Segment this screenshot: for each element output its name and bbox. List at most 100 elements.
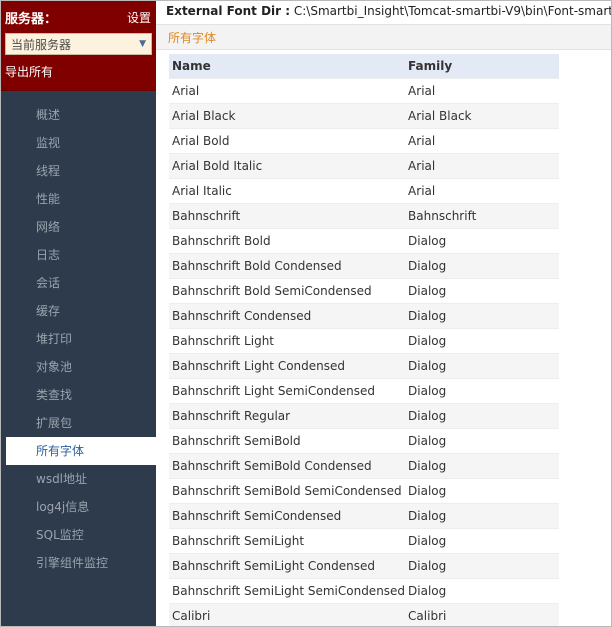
cell-font-family: Dialog (405, 527, 559, 553)
cell-font-name: Calibri (169, 602, 406, 626)
cell-font-name: Bahnschrift SemiLight SemiCondensed (169, 577, 406, 603)
table-row: Arial Black Arial Black (169, 102, 559, 128)
cell-font-name: Bahnschrift Light Condensed (169, 352, 406, 378)
cell-font-family: Dialog (405, 402, 559, 428)
table-body: Arial Arial Arial Black Arial Black Arial Bo… (169, 77, 559, 626)
table-row: Bahnschrift Regular Dialog (169, 402, 559, 428)
cell-font-family: Bahnschrift (405, 202, 559, 228)
table-row: Bahnschrift SemiLight Dialog (169, 527, 559, 553)
cell-font-name: Bahnschrift Light (169, 327, 406, 353)
cell-font-family: Arial (405, 177, 559, 203)
cell-font-name: Bahnschrift SemiBold SemiCondensed (169, 477, 406, 503)
cell-font-family: Dialog (405, 227, 559, 253)
sidebar-item[interactable]: 扩展包 (1, 409, 156, 437)
sidebar-item[interactable]: 监视 (1, 129, 156, 157)
server-select[interactable]: 当前服务器 ▼ (5, 33, 152, 55)
cell-font-name: Arial Bold Italic (169, 152, 406, 178)
sidebar-item[interactable]: log4j信息 (1, 493, 156, 521)
sidebar-item[interactable]: 会话 (1, 269, 156, 297)
table-header-row: Name Family (169, 54, 559, 78)
table-row: Bahnschrift Light SemiCondensed Dialog (169, 377, 559, 403)
cell-font-family: Dialog (405, 427, 559, 453)
sidebar-item[interactable]: 概述 (1, 101, 156, 129)
cell-font-name: Bahnschrift Bold Condensed (169, 252, 406, 278)
cell-font-name: Bahnschrift Bold (169, 227, 406, 253)
table-row: Arial Bold Arial (169, 127, 559, 153)
table-row: Bahnschrift SemiBold Dialog (169, 427, 559, 453)
server-panel: 服务器： 设置 当前服务器 ▼ 导出所有 (1, 1, 156, 91)
cell-font-name: Bahnschrift (169, 202, 406, 228)
sidebar-nav: 概述 监视 线程 性能 网络 日志 会话 缓存 堆打印 对象池 类查找 扩展包 所有字体 wsdl地址 lo… (1, 91, 156, 577)
table-row: Bahnschrift Bahnschrift (169, 202, 559, 228)
table-row: Bahnschrift SemiBold SemiCondensed Dialog (169, 477, 559, 503)
column-header-family: Family (405, 54, 559, 78)
server-label: 服务器： (5, 11, 58, 27)
cell-font-name: Arial Italic (169, 177, 406, 203)
table-row: Bahnschrift Condensed Dialog (169, 302, 559, 328)
font-dir-bar: External Font Dir : C:\Smartbi_Insight\T… (156, 1, 611, 24)
table-row: Arial Bold Italic Arial (169, 152, 559, 178)
cell-font-family: Calibri (405, 602, 559, 626)
fonts-table: Name Family Arial Arial Arial Black Arial B… (169, 54, 559, 626)
cell-font-family: Dialog (405, 252, 559, 278)
cell-font-name: Bahnschrift SemiLight Condensed (169, 552, 406, 578)
sidebar-item[interactable]: 日志 (1, 241, 156, 269)
sidebar-item[interactable]: SQL监控 (1, 521, 156, 549)
sidebar-item[interactable]: 缓存 (1, 297, 156, 325)
sidebar: 服务器： 设置 当前服务器 ▼ 导出所有 概述 监视 线程 性能 网络 日志 会话 缓存 堆打印… (1, 1, 156, 626)
app-window: 服务器： 设置 当前服务器 ▼ 导出所有 概述 监视 线程 性能 网络 日志 会话 缓存 堆打印… (0, 0, 612, 627)
export-all-link[interactable]: 导出所有 (5, 63, 53, 80)
sidebar-item[interactable]: 线程 (1, 157, 156, 185)
cell-font-family: Dialog (405, 302, 559, 328)
cell-font-family: Arial (405, 152, 559, 178)
cell-font-family: Dialog (405, 327, 559, 353)
sidebar-item[interactable]: 对象池 (1, 353, 156, 381)
cell-font-family: Dialog (405, 577, 559, 603)
cell-font-name: Bahnschrift Bold SemiCondensed (169, 277, 406, 303)
table-row: Bahnschrift SemiLight SemiCondensed Dialo… (169, 577, 559, 603)
cell-font-family: Dialog (405, 502, 559, 528)
font-dir-path: C:\Smartbi_Insight\Tomcat-smartbi-V9\bin… (293, 4, 611, 18)
table-row: Bahnschrift SemiCondensed Dialog (169, 502, 559, 528)
cell-font-family: Dialog (405, 552, 559, 578)
main-content: External Font Dir : C:\Smartbi_Insight\T… (156, 1, 611, 626)
cell-font-family: Arial (405, 77, 559, 103)
cell-font-family: Dialog (405, 477, 559, 503)
cell-font-name: Arial (169, 77, 406, 103)
cell-font-family: Arial (405, 127, 559, 153)
table-row: Arial Italic Arial (169, 177, 559, 203)
table-row: Arial Arial (169, 77, 559, 103)
table-row: Calibri Calibri (169, 602, 559, 626)
cell-font-name: Bahnschrift Regular (169, 402, 406, 428)
chevron-down-icon: ▼ (139, 39, 146, 49)
sidebar-item[interactable]: 引擎组件监控 (1, 549, 156, 577)
sidebar-item[interactable]: 堆打印 (1, 325, 156, 353)
sidebar-item[interactable]: wsdl地址 (1, 465, 156, 493)
cell-font-name: Bahnschrift SemiLight (169, 527, 406, 553)
cell-font-family: Dialog (405, 352, 559, 378)
cell-font-family: Dialog (405, 452, 559, 478)
sidebar-item[interactable]: 所有字体 (6, 437, 156, 465)
sidebar-item[interactable]: 网络 (1, 213, 156, 241)
table-row: Bahnschrift SemiLight Condensed Dialog (169, 552, 559, 578)
cell-font-name: Bahnschrift Light SemiCondensed (169, 377, 406, 403)
table-row: Bahnschrift Light Condensed Dialog (169, 352, 559, 378)
cell-font-family: Dialog (405, 277, 559, 303)
cell-font-family: Dialog (405, 377, 559, 403)
table-row: Bahnschrift SemiBold Condensed Dialog (169, 452, 559, 478)
server-row: 服务器： 设置 (5, 7, 151, 27)
cell-font-name: Bahnschrift SemiCondensed (169, 502, 406, 528)
table-row: Bahnschrift Light Dialog (169, 327, 559, 353)
sidebar-item[interactable]: 性能 (1, 185, 156, 213)
cell-font-name: Arial Black (169, 102, 406, 128)
breadcrumb: 所有字体 (156, 24, 611, 50)
table-row: Bahnschrift Bold Dialog (169, 227, 559, 253)
column-header-name: Name (169, 54, 406, 78)
sidebar-item[interactable]: 类查找 (1, 381, 156, 409)
settings-link[interactable]: 设置 (127, 9, 151, 26)
cell-font-name: Bahnschrift SemiBold (169, 427, 406, 453)
server-select-value: 当前服务器 (11, 37, 72, 52)
cell-font-name: Bahnschrift SemiBold Condensed (169, 452, 406, 478)
cell-font-name: Arial Bold (169, 127, 406, 153)
table-row: Bahnschrift Bold SemiCondensed Dialog (169, 277, 559, 303)
